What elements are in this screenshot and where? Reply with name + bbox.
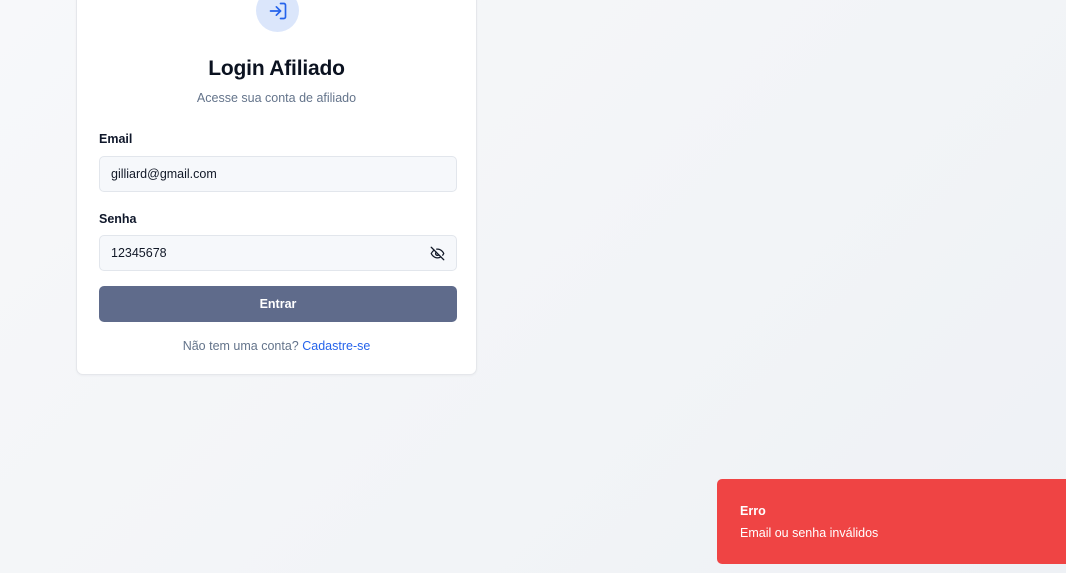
- signup-link[interactable]: Cadastre-se: [302, 339, 370, 353]
- toast-message: Email ou senha inválidos: [740, 526, 879, 540]
- eye-off-icon[interactable]: [429, 245, 445, 261]
- submit-button[interactable]: Entrar: [99, 286, 457, 322]
- signup-prompt: Não tem uma conta?: [182, 339, 299, 353]
- page-subtitle: Acesse sua conta de afiliado: [196, 91, 357, 105]
- error-toast[interactable]: Erro Email ou senha inválidos: [717, 479, 1066, 564]
- login-icon-badge: [256, 0, 299, 32]
- login-arrow-icon: [269, 2, 286, 19]
- email-label: Email: [99, 132, 133, 146]
- signup-row: Não tem uma conta? Cadastre-se: [77, 339, 476, 353]
- password-value: 12345678: [111, 246, 167, 260]
- email-value: gilliard@gmail.com: [111, 167, 217, 181]
- page-title: Login Afiliado: [208, 57, 345, 80]
- password-label: Senha: [99, 212, 137, 226]
- email-field[interactable]: gilliard@gmail.com: [99, 156, 457, 192]
- toast-title: Erro: [740, 504, 766, 518]
- password-field[interactable]: 12345678: [99, 235, 457, 271]
- login-card: Login Afiliado Acesse sua conta de afili…: [76, 0, 477, 375]
